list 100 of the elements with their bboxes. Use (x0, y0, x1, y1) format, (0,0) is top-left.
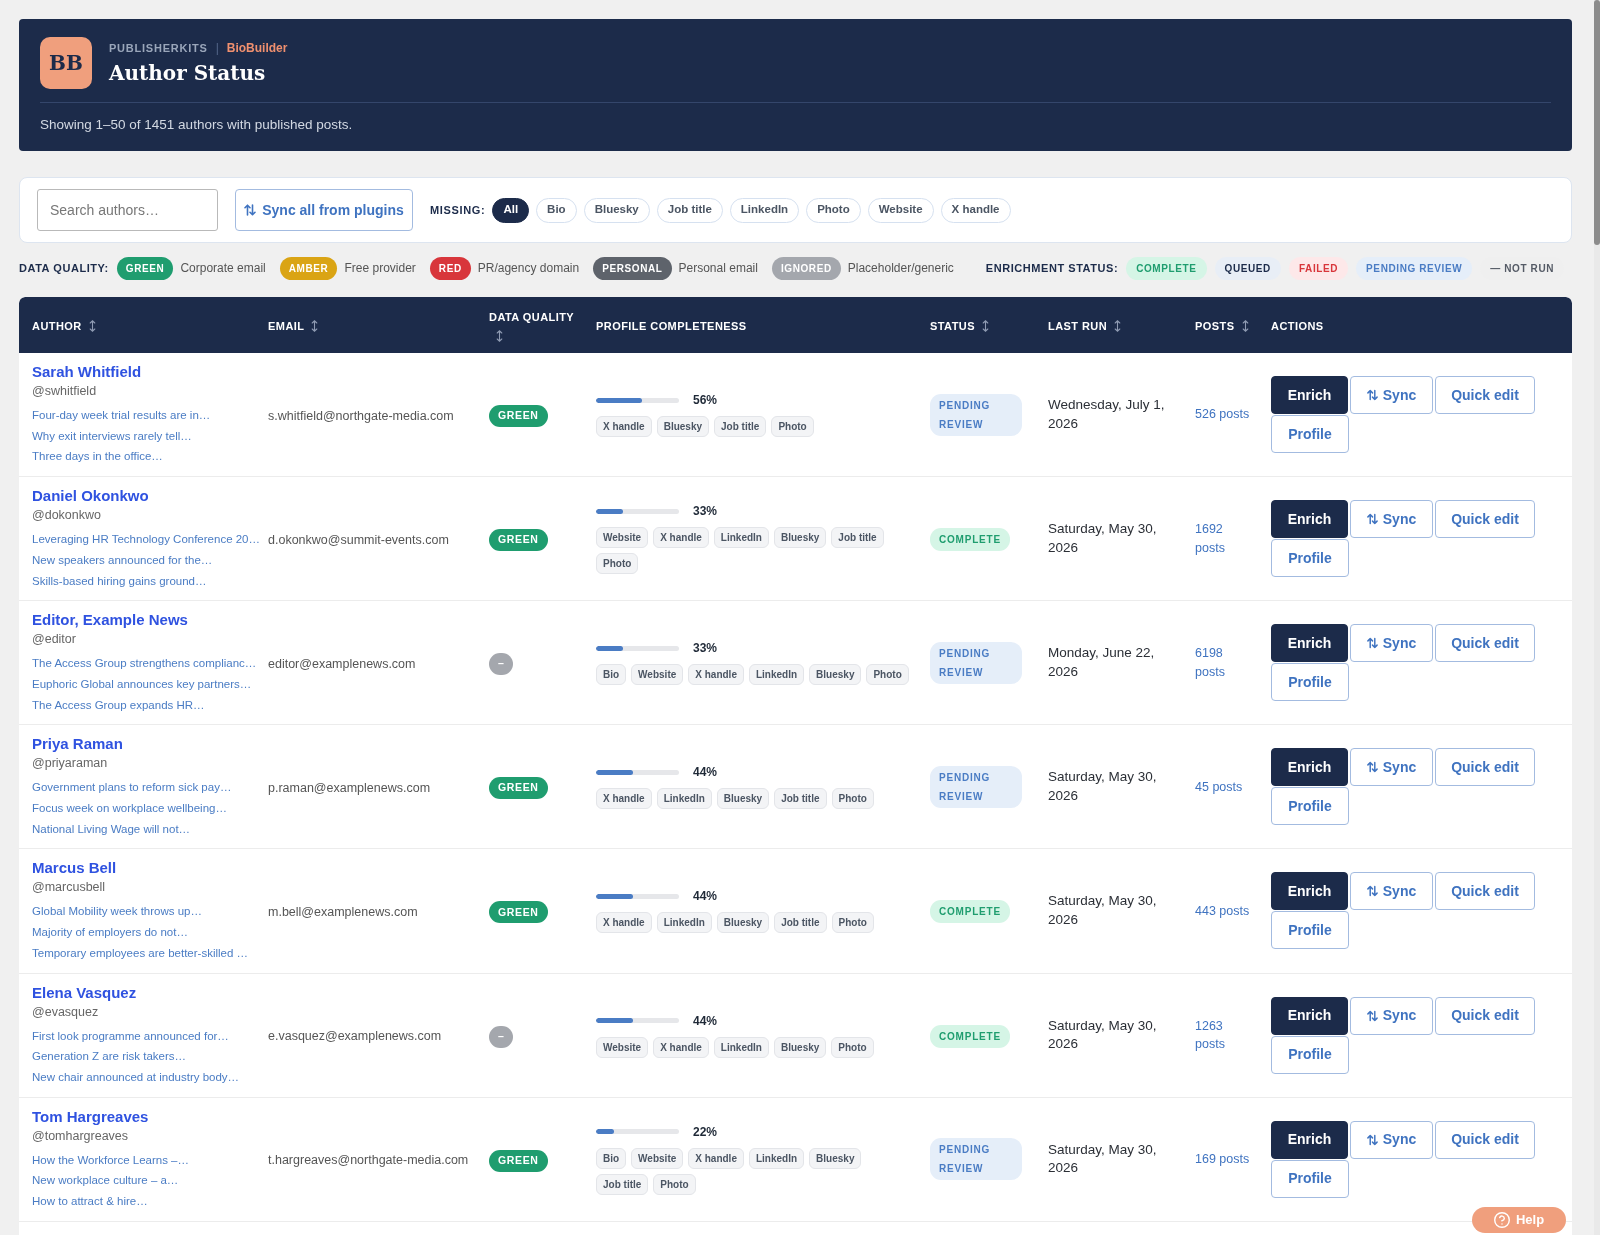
column-header[interactable]: LAST RUN (1048, 319, 1108, 332)
enrich-button[interactable]: Enrich (1271, 500, 1348, 539)
sync-button[interactable]: Sync (1350, 748, 1433, 787)
missing-field-tag: Bluesky (716, 912, 770, 934)
column-header[interactable]: AUTHOR (32, 319, 82, 332)
author-name-link[interactable]: Priya Raman (32, 734, 123, 755)
sync-button[interactable]: Sync (1350, 996, 1433, 1035)
legend-description: Placeholder/generic (847, 260, 954, 277)
status-badge: COMPLETE (930, 1024, 1010, 1048)
status-badge: PENDING REVIEW (930, 1138, 1022, 1181)
post-link[interactable]: The Access Group expands HR… (32, 694, 205, 716)
percent-text: 44% (693, 764, 718, 781)
post-link[interactable]: Government plans to reform sick pay… (32, 777, 232, 799)
sync-button[interactable]: Sync (1350, 376, 1433, 415)
post-link[interactable]: New workplace culture – a… (32, 1170, 179, 1192)
filter-chip[interactable]: Bluesky (583, 197, 650, 223)
enrich-button[interactable]: Enrich (1271, 872, 1348, 911)
filter-chip[interactable]: LinkedIn (729, 197, 800, 223)
profile-button[interactable]: Profile (1271, 1159, 1349, 1198)
missing-field-tag: Photo (653, 1173, 696, 1195)
post-count-link[interactable]: 1263 posts (1195, 1016, 1253, 1054)
legend-label: ENRICHMENT STATUS: (985, 260, 1119, 276)
missing-field-tag: X handle (653, 527, 709, 549)
post-count-link[interactable]: 6198 posts (1195, 644, 1253, 682)
quality-badge: GREEN (489, 1149, 548, 1172)
post-link[interactable]: Leveraging HR Technology Conference 20… (32, 529, 260, 550)
profile-button[interactable]: Profile (1271, 787, 1349, 826)
quick-edit-button[interactable]: Quick edit (1435, 872, 1535, 911)
column-header[interactable]: POSTS (1195, 319, 1235, 332)
missing-field-tag: X handle (653, 1036, 709, 1058)
post-link[interactable]: Generation Z are risk takers… (32, 1046, 187, 1067)
missing-field-tag: Photo (831, 912, 874, 934)
missing-field-tag: X handle (596, 788, 652, 810)
missing-field-tag: Photo (866, 664, 909, 686)
post-link[interactable]: Three days in the office… (32, 446, 163, 468)
filter-chip[interactable]: All (492, 197, 530, 223)
sync-arrows-icon (1366, 389, 1378, 402)
post-link[interactable]: How the Workforce Learns –… (32, 1149, 190, 1171)
post-link[interactable]: New speakers announced for the… (32, 549, 213, 571)
filter-chip[interactable]: Website (867, 197, 934, 223)
post-link[interactable]: Four-day week trial results are in… (32, 405, 211, 426)
quick-edit-button[interactable]: Quick edit (1435, 624, 1535, 663)
author-name-link[interactable]: Editor, Example News (32, 610, 188, 631)
quick-edit-button[interactable]: Quick edit (1435, 996, 1535, 1035)
post-link[interactable]: National Living Wage will not… (32, 818, 191, 840)
post-link[interactable]: Global Mobility week throws up… (32, 901, 202, 923)
quick-edit-button[interactable]: Quick edit (1435, 500, 1535, 539)
org-name: PUBLISHERKITS (109, 40, 208, 56)
post-count-link[interactable]: 443 posts (1195, 901, 1253, 921)
post-link[interactable]: Temporary employees are better-skilled … (32, 942, 249, 964)
sync-all-button[interactable]: Sync all from plugins (235, 189, 413, 231)
status-badge: FAILED (1288, 256, 1349, 280)
author-name-link[interactable]: Sarah Whitfield (32, 362, 142, 382)
post-link[interactable]: How to attract & hire… (32, 1191, 148, 1212)
filter-chip[interactable]: Photo (806, 197, 861, 223)
post-count-link[interactable]: 45 posts (1195, 777, 1253, 797)
author-name-link[interactable]: Elena Vasquez (32, 982, 137, 1003)
quick-edit-button[interactable]: Quick edit (1435, 748, 1535, 787)
column-header[interactable]: DATA QUALITY (489, 310, 575, 323)
sync-arrows-icon (1366, 1009, 1378, 1022)
profile-button[interactable]: Profile (1271, 415, 1349, 454)
author-name-link[interactable]: Marcus Bell (32, 858, 117, 879)
column-header[interactable]: EMAIL (268, 319, 305, 332)
filter-chip[interactable]: Bio (536, 197, 577, 223)
sync-button[interactable]: Sync (1350, 624, 1433, 663)
email-text: d.okonkwo@summit-events.com (268, 532, 449, 547)
search-field[interactable]: Search authors… (37, 189, 218, 231)
post-link[interactable]: Euphoric Global announces key partners… (32, 673, 252, 695)
missing-field-tag: Photo (831, 788, 874, 810)
enrich-button[interactable]: Enrich (1271, 996, 1348, 1035)
post-count-link[interactable]: 526 posts (1195, 405, 1253, 424)
post-link[interactable]: Skills-based hiring gains ground… (32, 570, 207, 592)
sync-button[interactable]: Sync (1350, 872, 1433, 911)
column-header[interactable]: STATUS (930, 319, 975, 332)
author-name-link[interactable]: Daniel Okonkwo (32, 486, 149, 507)
post-count-link[interactable]: 1692 posts (1195, 520, 1253, 558)
scrollbar-thumb[interactable] (1594, 0, 1600, 245)
filter-chip[interactable]: Job title (656, 197, 723, 223)
sync-button[interactable]: Sync (1350, 1120, 1433, 1159)
post-link[interactable]: Focus week on workplace wellbeing… (32, 798, 227, 819)
enrich-button[interactable]: Enrich (1271, 1120, 1348, 1159)
profile-button[interactable]: Profile (1271, 1035, 1349, 1074)
profile-button[interactable]: Profile (1271, 911, 1349, 950)
enrich-button[interactable]: Enrich (1271, 624, 1348, 663)
enrich-button[interactable]: Enrich (1271, 748, 1348, 787)
email-text: s.whitfield@northgate-media.com (268, 408, 454, 423)
post-link[interactable]: Why exit interviews rarely tell… (32, 425, 192, 447)
post-link[interactable]: The Access Group strengthens complianc… (32, 653, 257, 674)
enrich-button[interactable]: Enrich (1271, 376, 1348, 415)
post-link[interactable]: New chair announced at industry body… (32, 1066, 240, 1088)
post-count-link[interactable]: 169 posts (1195, 1149, 1253, 1169)
quick-edit-button[interactable]: Quick edit (1435, 376, 1535, 415)
quick-edit-button[interactable]: Quick edit (1435, 1120, 1535, 1159)
post-link[interactable]: Majority of employers do not… (32, 922, 188, 943)
filter-chip[interactable]: X handle (940, 197, 1011, 223)
profile-button[interactable]: Profile (1271, 539, 1349, 578)
author-name-link[interactable]: Tom Hargreaves (32, 1106, 149, 1127)
post-link[interactable]: First look programme announced for… (32, 1025, 229, 1047)
profile-button[interactable]: Profile (1271, 663, 1349, 702)
sync-button[interactable]: Sync (1350, 500, 1433, 539)
